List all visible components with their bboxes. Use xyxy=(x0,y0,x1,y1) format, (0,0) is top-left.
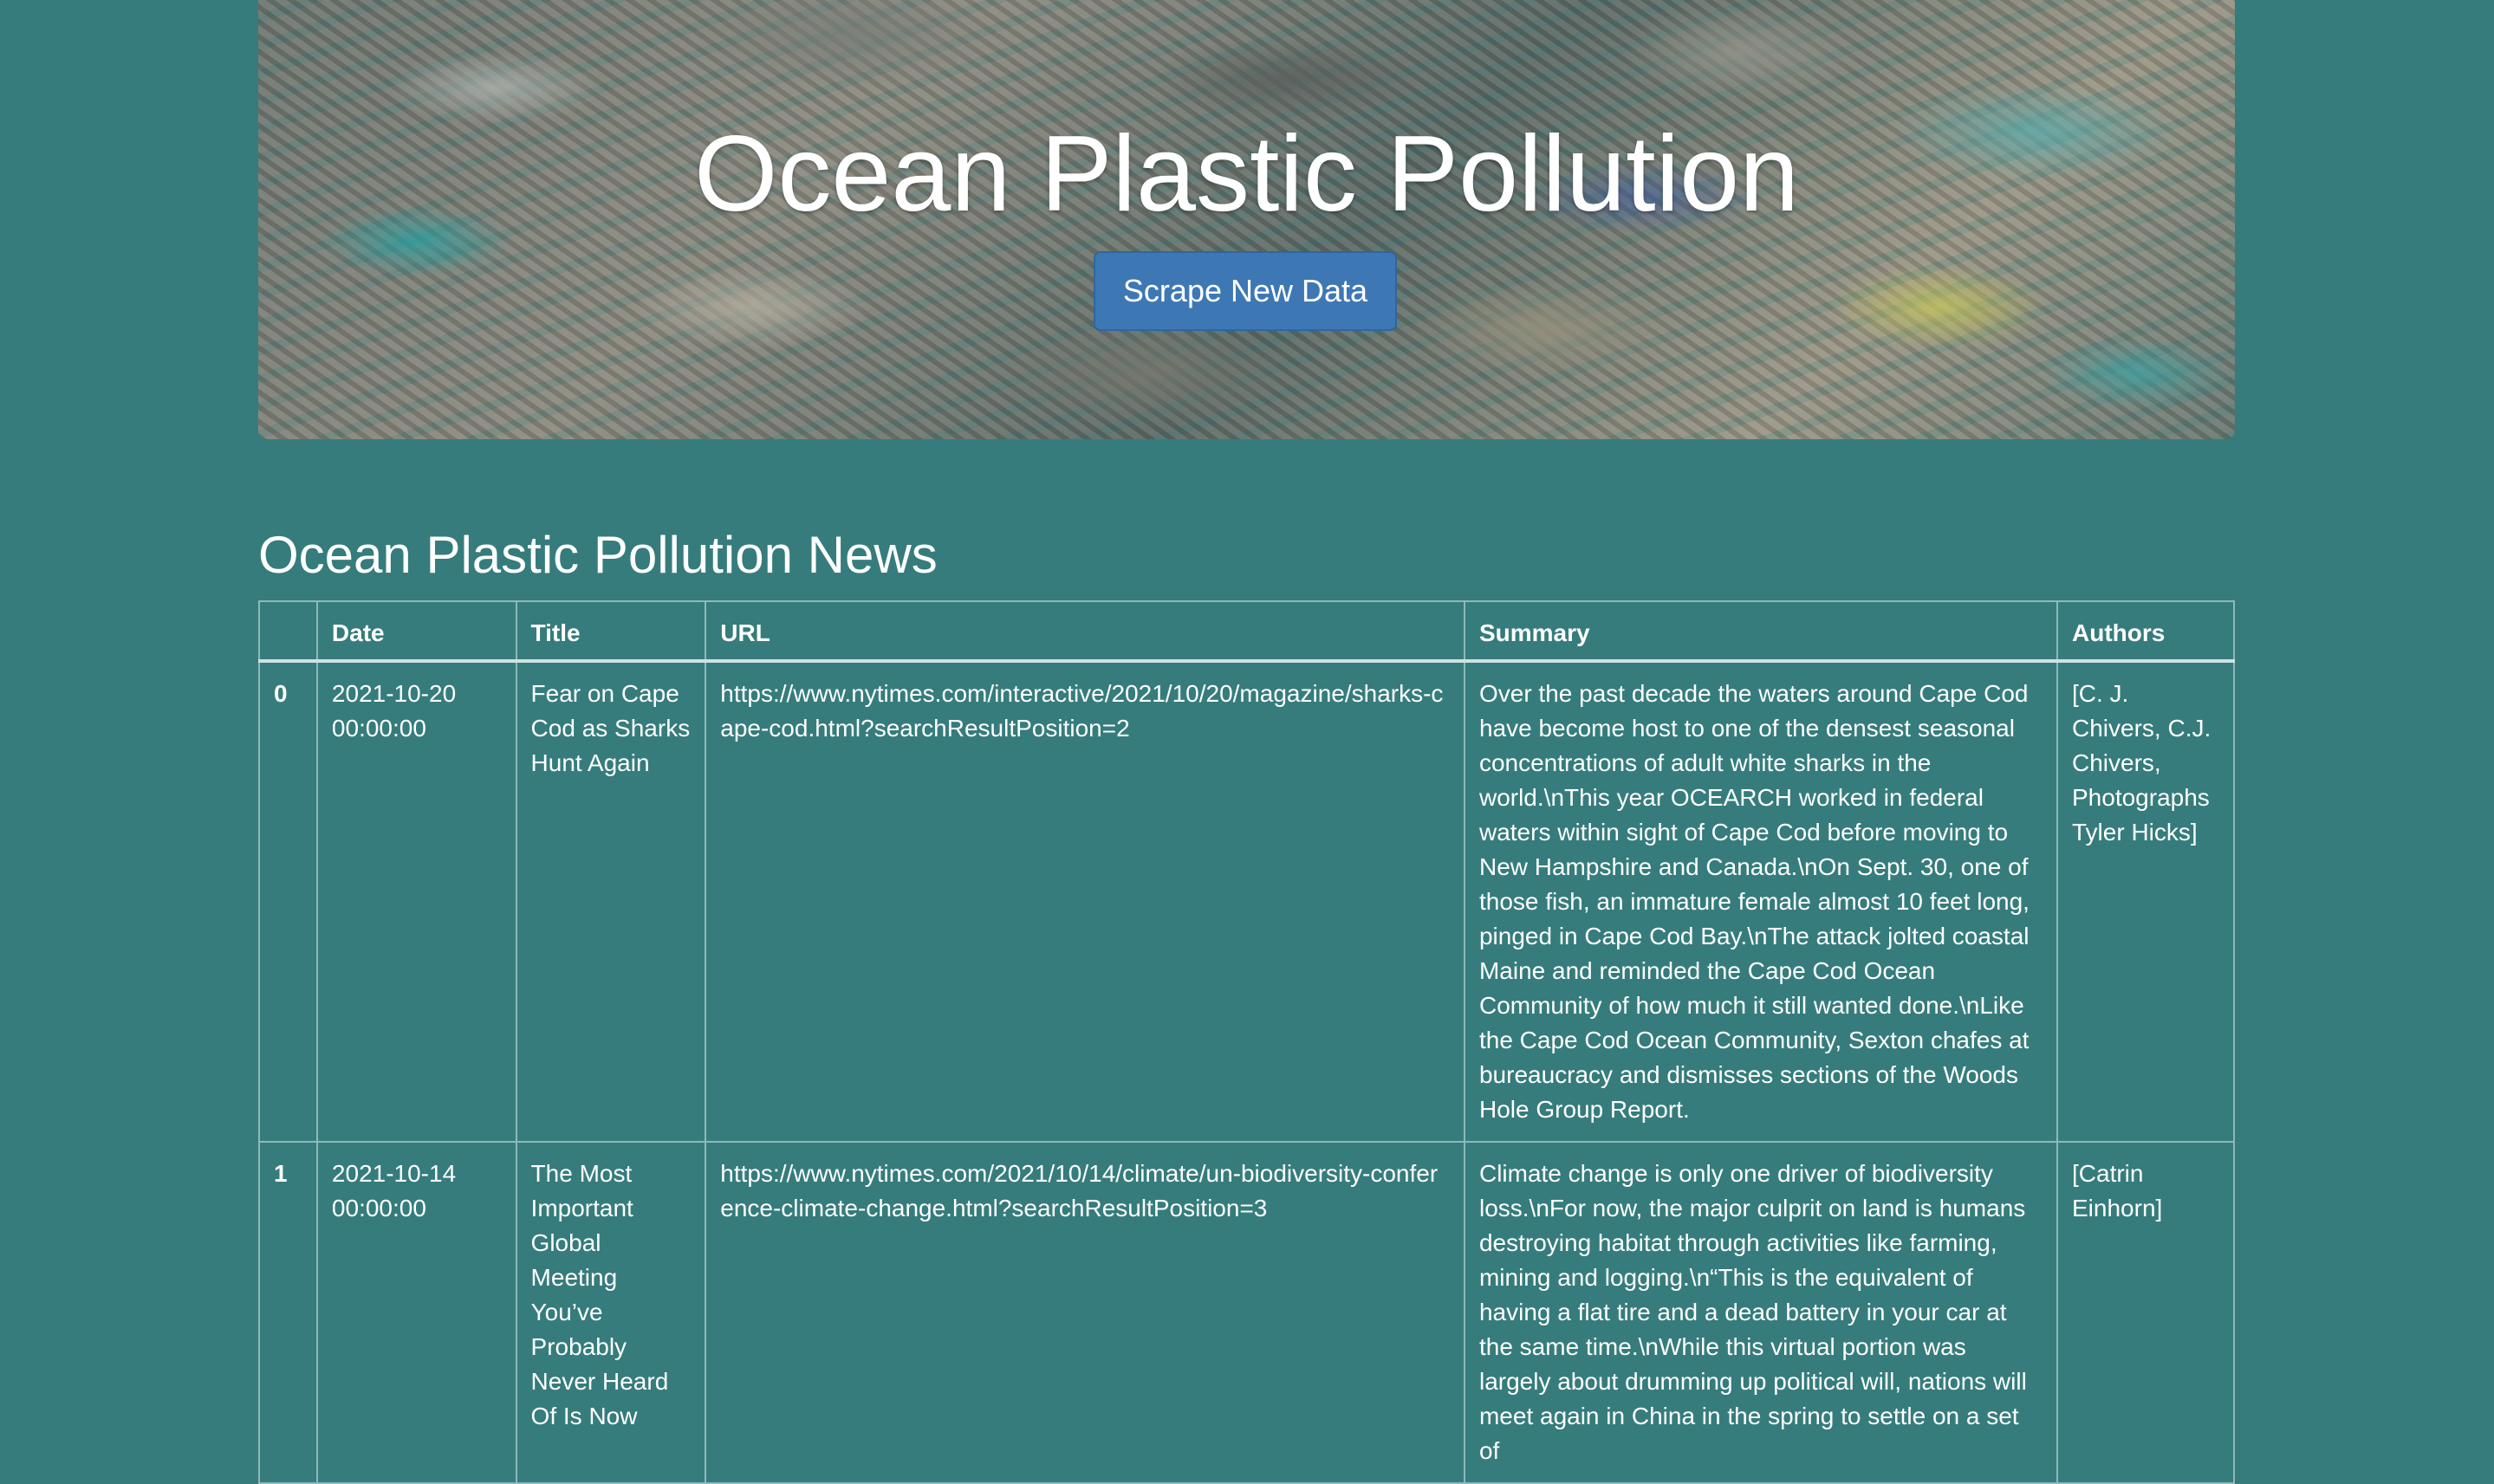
row-index: 1 xyxy=(258,1141,318,1484)
row-date: 2021-10-14 00:00:00 xyxy=(315,1141,517,1484)
hero-banner: Ocean Plastic Pollution Scrape New Data xyxy=(258,0,2235,439)
row-summary: Climate change is only one driver of bio… xyxy=(1463,1141,2059,1484)
page-container: Ocean Plastic Pollution Scrape New Data … xyxy=(258,0,2235,1484)
row-date: 2021-10-20 00:00:00 xyxy=(315,660,517,1143)
scrape-new-data-button[interactable]: Scrape New Data xyxy=(1094,251,1397,331)
row-url: https://www.nytimes.com/2021/10/14/clima… xyxy=(705,1141,1465,1484)
page-title: Ocean Plastic Pollution xyxy=(693,114,1800,234)
column-header-index xyxy=(258,600,318,663)
news-table: Date Title URL Summary Authors 0 2021-10… xyxy=(258,600,2235,1484)
row-title: The Most Important Global Meeting You’ve… xyxy=(515,1141,707,1484)
table-header-row: Date Title URL Summary Authors xyxy=(258,600,2235,663)
column-header-title: Title xyxy=(515,600,707,663)
row-authors: [C. J. Chivers, C.J. Chivers, Photograph… xyxy=(2056,660,2235,1143)
column-header-authors: Authors xyxy=(2056,600,2235,663)
row-url: https://www.nytimes.com/interactive/2021… xyxy=(705,660,1465,1143)
row-summary: Over the past decade the waters around C… xyxy=(1463,660,2059,1143)
news-heading: Ocean Plastic Pollution News xyxy=(258,526,938,584)
row-index: 0 xyxy=(258,660,318,1143)
column-header-summary: Summary xyxy=(1463,600,2059,663)
column-header-date: Date xyxy=(315,600,517,663)
row-title: Fear on Cape Cod as Sharks Hunt Again xyxy=(515,660,707,1143)
table-row: 1 2021-10-14 00:00:00 The Most Important… xyxy=(258,1141,2235,1484)
column-header-url: URL xyxy=(705,600,1465,663)
table-row: 0 2021-10-20 00:00:00 Fear on Cape Cod a… xyxy=(258,660,2235,1143)
row-authors: [Catrin Einhorn] xyxy=(2056,1141,2235,1484)
